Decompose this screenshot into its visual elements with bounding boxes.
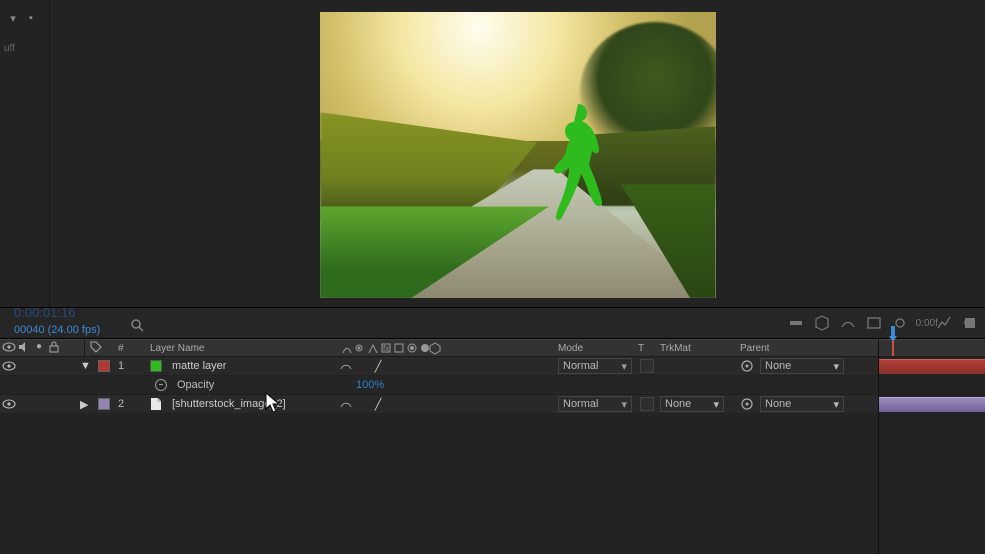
- layer-switches[interactable]: ╱: [339, 397, 385, 412]
- trkmat-column-header[interactable]: TrkMat: [660, 343, 691, 354]
- eye-toggle[interactable]: [2, 360, 16, 372]
- layer-index: 1: [118, 360, 124, 372]
- pickwhip-icon[interactable]: [740, 397, 754, 411]
- label-column-icon[interactable]: [90, 341, 102, 356]
- parent-dropdown[interactable]: None▾: [760, 396, 844, 412]
- label-color[interactable]: [98, 398, 110, 410]
- layer-name-text: [shutterstock_image_2]: [172, 398, 286, 410]
- preserve-transparency-toggle[interactable]: [640, 397, 654, 411]
- sidebar-small-label: uff: [0, 43, 49, 54]
- time-tick-0: 0:00f: [916, 318, 938, 329]
- property-label: Opacity: [177, 379, 214, 391]
- panel-icon-2[interactable]: ▪: [24, 12, 38, 25]
- property-row-opacity[interactable]: Opacity 100%: [0, 376, 878, 395]
- left-panel: ▾ ▪ uff: [0, 0, 50, 307]
- toolbar-shy-icon[interactable]: [839, 314, 857, 332]
- shy-switch[interactable]: [339, 397, 353, 412]
- search-icon[interactable]: [130, 318, 144, 335]
- switches-column-header[interactable]: fx: [339, 341, 459, 355]
- label-color[interactable]: [98, 360, 110, 372]
- quality-switch[interactable]: ╱: [371, 360, 385, 373]
- toolbar-3d-icon[interactable]: [813, 314, 831, 332]
- solo-column-icon[interactable]: ●: [32, 341, 46, 356]
- quality-switch[interactable]: ╱: [371, 398, 385, 411]
- time-ruler[interactable]: [879, 339, 985, 357]
- lock-column-icon[interactable]: [47, 341, 61, 356]
- playhead-icon[interactable]: [887, 326, 899, 356]
- trkmat-dropdown[interactable]: None▾: [660, 396, 724, 412]
- t-column-header[interactable]: T: [638, 343, 644, 354]
- panel-icon-1[interactable]: ▾: [6, 12, 20, 25]
- layer-name-text: matte layer: [172, 360, 226, 372]
- layer-name-column-header[interactable]: Layer Name: [150, 343, 204, 354]
- eye-column-icon[interactable]: [2, 341, 16, 356]
- parent-column-header[interactable]: Parent: [740, 343, 769, 354]
- footage-icon: [150, 397, 162, 411]
- blend-mode-dropdown[interactable]: Normal▾: [558, 358, 632, 374]
- audio-column-icon[interactable]: [17, 341, 31, 356]
- parent-dropdown[interactable]: None▾: [760, 358, 844, 374]
- svg-text:fx: fx: [383, 344, 389, 353]
- mode-column-header[interactable]: Mode: [558, 343, 583, 354]
- twirl-down-icon[interactable]: ▼: [80, 360, 92, 372]
- layer-swatch-icon: [150, 360, 162, 372]
- time-tick-1: 00: [964, 318, 975, 329]
- shy-switch[interactable]: [339, 359, 353, 374]
- matte-silhouette: [545, 101, 610, 241]
- layer-name[interactable]: [shutterstock_image_2]: [150, 397, 286, 411]
- layer-name[interactable]: matte layer: [150, 360, 226, 372]
- timeline-toolbar: 0:00:01:16 00040 (24.00 fps) 0:00f 00: [0, 307, 985, 339]
- layer-index: 2: [118, 398, 124, 410]
- pickwhip-icon[interactable]: [740, 359, 754, 373]
- layer-bar-2[interactable]: [879, 397, 985, 412]
- preview-frame: [320, 12, 716, 298]
- eye-toggle[interactable]: [2, 398, 16, 410]
- stopwatch-icon[interactable]: [155, 379, 167, 391]
- layer-row-1[interactable]: ▼ 1 matte layer ╱ Normal▾ None▾: [0, 357, 878, 376]
- index-column-header[interactable]: #: [118, 343, 124, 354]
- layer-switches[interactable]: ╱: [339, 359, 385, 374]
- column-header-row: ● # Layer Name fx: [0, 339, 878, 357]
- blend-mode-dropdown[interactable]: Normal▾: [558, 396, 632, 412]
- composition-preview[interactable]: [50, 0, 985, 307]
- layer-row-2[interactable]: ▶ 2 [shutterstock_image_2] ╱ Normal▾ Non…: [0, 395, 878, 414]
- framerate-display: 00040 (24.00 fps): [14, 324, 100, 336]
- opacity-value[interactable]: 100%: [356, 379, 384, 391]
- toolbar-frame-icon[interactable]: [865, 314, 883, 332]
- property-name[interactable]: Opacity: [155, 379, 214, 391]
- timeline-tracks[interactable]: [878, 339, 985, 554]
- toolbar-blend-icon[interactable]: [787, 314, 805, 332]
- twirl-right-icon[interactable]: ▶: [80, 398, 92, 411]
- preserve-transparency-toggle[interactable]: [640, 359, 654, 373]
- current-timecode[interactable]: 0:00:01:16: [14, 305, 75, 320]
- layer-bar-1[interactable]: [879, 359, 985, 374]
